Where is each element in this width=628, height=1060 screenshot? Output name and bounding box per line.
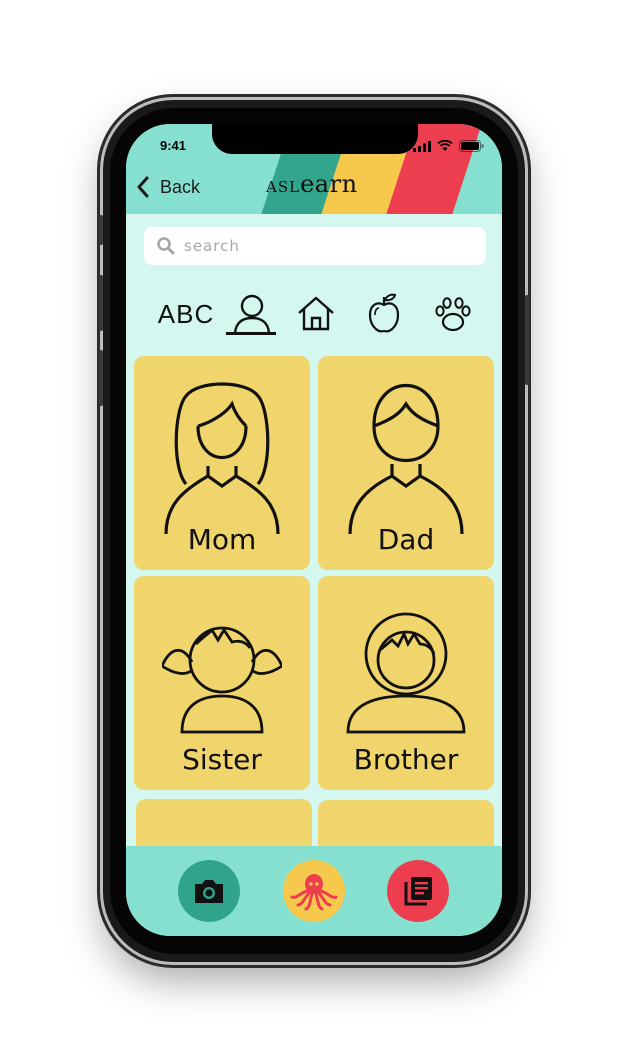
camera-tab[interactable]: [178, 860, 240, 922]
power-button: [525, 295, 529, 385]
category-home[interactable]: [292, 290, 340, 338]
person-icon: [233, 294, 271, 334]
search-icon: [157, 237, 175, 255]
app-title-prefix: ASL: [266, 178, 301, 196]
status-time: 9:41: [160, 138, 187, 153]
apple-icon: [368, 293, 400, 333]
book-icon: [404, 877, 432, 906]
card-label: Sister: [182, 743, 262, 776]
sister-icon: [162, 626, 282, 734]
back-button[interactable]: Back: [136, 176, 200, 198]
dad-icon: [348, 383, 464, 535]
card-label: Dad: [377, 523, 435, 556]
chevron-left-icon: [137, 176, 149, 198]
back-label: Back: [160, 176, 201, 197]
category-abc-label: ABC: [157, 298, 215, 329]
battery-icon: [459, 140, 484, 152]
wifi-icon: [437, 140, 453, 151]
status-icons: [413, 140, 484, 152]
app-title: ASLearn: [266, 170, 358, 198]
category-animals[interactable]: [429, 290, 477, 338]
paw-icon: [435, 297, 471, 332]
octopus-icon: [290, 874, 338, 911]
category-food[interactable]: [360, 290, 408, 338]
card-label: Brother: [353, 743, 459, 776]
card-dad[interactable]: Dad: [318, 356, 494, 570]
card-mom[interactable]: Mom: [134, 356, 310, 570]
volume-up-button: [99, 275, 103, 331]
volume-down-button: [99, 350, 103, 406]
camera-icon: [195, 880, 223, 903]
card-label: Mom: [187, 523, 257, 556]
category-abc[interactable]: ABC: [156, 290, 216, 338]
mute-switch: [99, 215, 103, 245]
app-screen: 9:41 Back ASLearn search ABC Mom Dad Sis…: [126, 124, 502, 936]
search-bar[interactable]: search: [144, 227, 486, 265]
house-icon: [298, 296, 334, 331]
notch: [212, 124, 418, 154]
octopus-tab[interactable]: [283, 860, 345, 922]
library-tab[interactable]: [387, 860, 449, 922]
category-row: ABC: [154, 290, 484, 338]
card-sister[interactable]: Sister: [134, 576, 310, 790]
app-title-suffix: earn: [300, 170, 358, 198]
category-selected-indicator: [226, 332, 276, 335]
brother-icon: [346, 612, 466, 734]
mom-icon: [164, 382, 280, 535]
card-brother[interactable]: Brother: [318, 576, 494, 790]
bottom-tab-bar: [126, 846, 502, 936]
search-input[interactable]: search: [184, 237, 240, 255]
category-people[interactable]: [228, 290, 276, 338]
